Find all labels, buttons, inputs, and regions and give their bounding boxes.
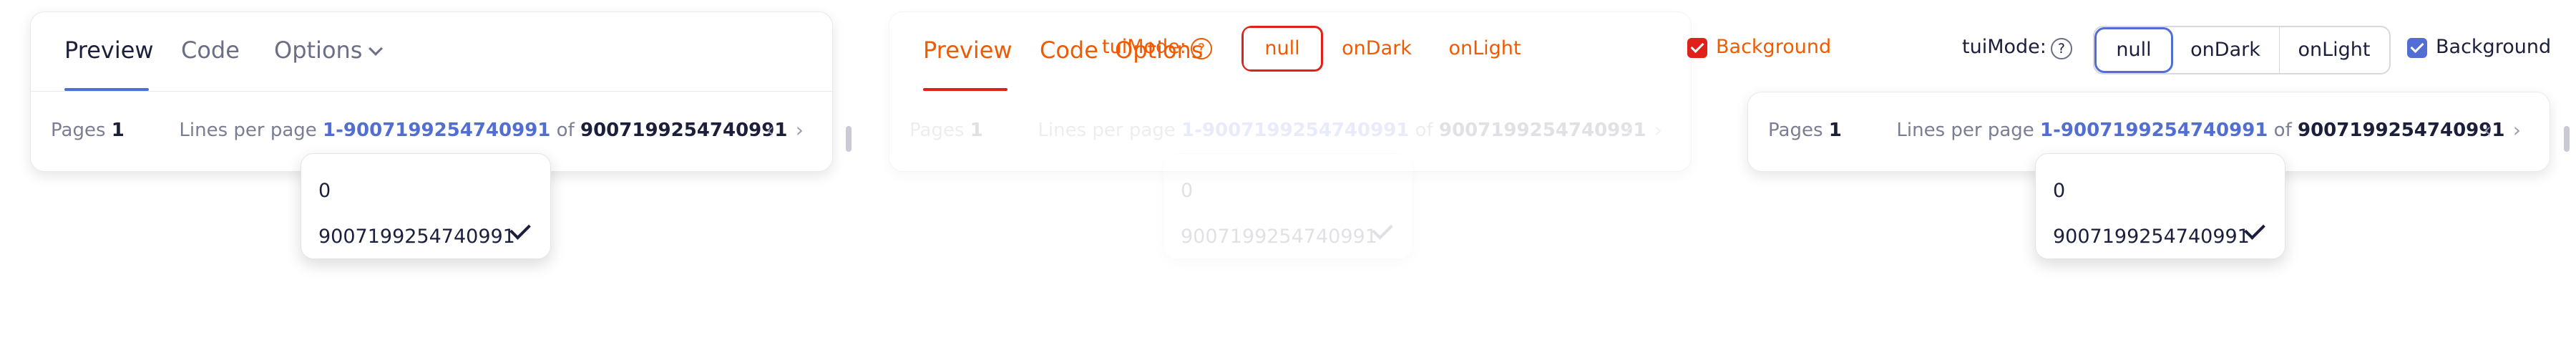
mode-toolbar: tuiMode:? null onDark onLight Background	[1102, 26, 1831, 74]
dropdown-option[interactable]: 9007199254740991	[2053, 226, 2250, 248]
next-page-icon[interactable]: ›	[2513, 118, 2521, 142]
pages-value[interactable]: 1	[1829, 120, 1842, 141]
prev-page-icon[interactable]: ‹	[766, 118, 774, 142]
lines-per-page-label: Lines per page	[179, 120, 317, 141]
tui-mode-label: tuiMode:?	[1962, 36, 2072, 59]
help-icon[interactable]: ?	[2050, 38, 2072, 59]
pages-value[interactable]: 1	[970, 120, 983, 141]
tab-active-indicator	[64, 88, 149, 91]
tab-options-label: Options	[274, 37, 363, 64]
background-toggle[interactable]: Background	[2407, 36, 2551, 58]
resize-handle[interactable]	[846, 126, 852, 152]
tab-active-indicator	[923, 88, 1008, 91]
tab-preview[interactable]: Preview	[64, 37, 154, 64]
lines-range-select[interactable]: 1-9007199254740991	[1181, 120, 1409, 141]
dropdown-option[interactable]: 9007199254740991	[1181, 226, 1377, 248]
of-label: of	[556, 120, 575, 141]
lines-dropdown: 0 9007199254740991	[2035, 153, 2285, 259]
next-page-icon[interactable]: ›	[1654, 118, 1662, 142]
tab-bar: Preview Code Options	[31, 12, 832, 92]
tab-preview[interactable]: Preview	[923, 37, 1013, 64]
dropdown-option[interactable]: 0	[2053, 180, 2065, 202]
next-page-icon[interactable]: ›	[796, 118, 804, 142]
tui-mode-text: tuiMode:	[1962, 36, 2046, 58]
pages-label: Pages	[909, 120, 965, 141]
page-arrows: ‹ ›	[745, 118, 804, 142]
preview-card: Preview Code Options Pages 1 Lines per p…	[30, 11, 833, 172]
prev-page-icon[interactable]: ‹	[1625, 118, 1633, 142]
mode-ondark-button[interactable]: onDark	[1330, 26, 1423, 72]
pagination: Pages 1 Lines per page 1-900719925474099…	[1768, 120, 2504, 141]
mode-ondark-button[interactable]: onDark	[2172, 27, 2280, 73]
tui-mode-label: tuiMode:?	[1102, 36, 1212, 59]
background-label: Background	[2436, 36, 2552, 58]
checkbox-checked-icon[interactable]	[2407, 37, 2427, 58]
help-icon[interactable]: ?	[1190, 38, 1212, 59]
tab-code[interactable]: Code	[181, 37, 240, 64]
pagination: Pages 1 Lines per page 1-900719925474099…	[51, 120, 787, 141]
panel-middle: Preview Code Options Pages 1 Lines per p…	[859, 0, 1831, 358]
mode-segmented-control: null onDark onLight	[2093, 26, 2391, 74]
pages-label: Pages	[1768, 120, 1823, 141]
panel-left: Preview Code Options Pages 1 Lines per p…	[0, 0, 859, 358]
lines-per-page-label: Lines per page	[1896, 120, 2034, 141]
lines-dropdown: 0 9007199254740991	[1163, 153, 1413, 259]
tab-code[interactable]: Code	[1040, 37, 1098, 64]
pagination: Pages 1 Lines per page 1-900719925474099…	[909, 120, 1646, 141]
lines-per-page-label: Lines per page	[1038, 120, 1176, 141]
prev-page-icon[interactable]: ‹	[2484, 118, 2492, 142]
mode-onlight-button[interactable]: onLight	[2280, 27, 2389, 73]
page-arrows: ‹ ›	[1604, 118, 1662, 142]
lines-dropdown: 0 9007199254740991	[301, 153, 551, 259]
resize-handle[interactable]	[2564, 126, 2570, 152]
mode-segmented-control: null onDark onLight	[1241, 26, 1707, 72]
mode-onlight-button[interactable]: onLight	[1435, 26, 1535, 72]
lines-range-select[interactable]: 1-9007199254740991	[2040, 120, 2268, 141]
page-arrows: ‹ ›	[2462, 118, 2521, 142]
of-label: of	[1415, 120, 1433, 141]
chevron-down-icon	[369, 42, 384, 56]
pages-value[interactable]: 1	[112, 120, 125, 141]
dropdown-option[interactable]: 9007199254740991	[318, 226, 515, 248]
lines-range-select[interactable]: 1-9007199254740991	[323, 120, 550, 141]
mode-null-button[interactable]: null	[1241, 26, 1323, 72]
pages-label: Pages	[51, 120, 106, 141]
tui-mode-text: tuiMode:	[1102, 36, 1186, 58]
panel-right: tuiMode:? null onDark onLight Background…	[1717, 0, 2576, 358]
mode-toolbar: tuiMode:? null onDark onLight Background	[1962, 26, 2576, 74]
dropdown-option[interactable]: 0	[318, 180, 331, 202]
of-label: of	[2273, 120, 2292, 141]
tab-options[interactable]: Options	[274, 37, 384, 64]
checkbox-checked-icon[interactable]	[1687, 37, 1707, 58]
dropdown-option[interactable]: 0	[1181, 180, 1193, 202]
mode-null-button[interactable]: null	[2094, 27, 2173, 73]
